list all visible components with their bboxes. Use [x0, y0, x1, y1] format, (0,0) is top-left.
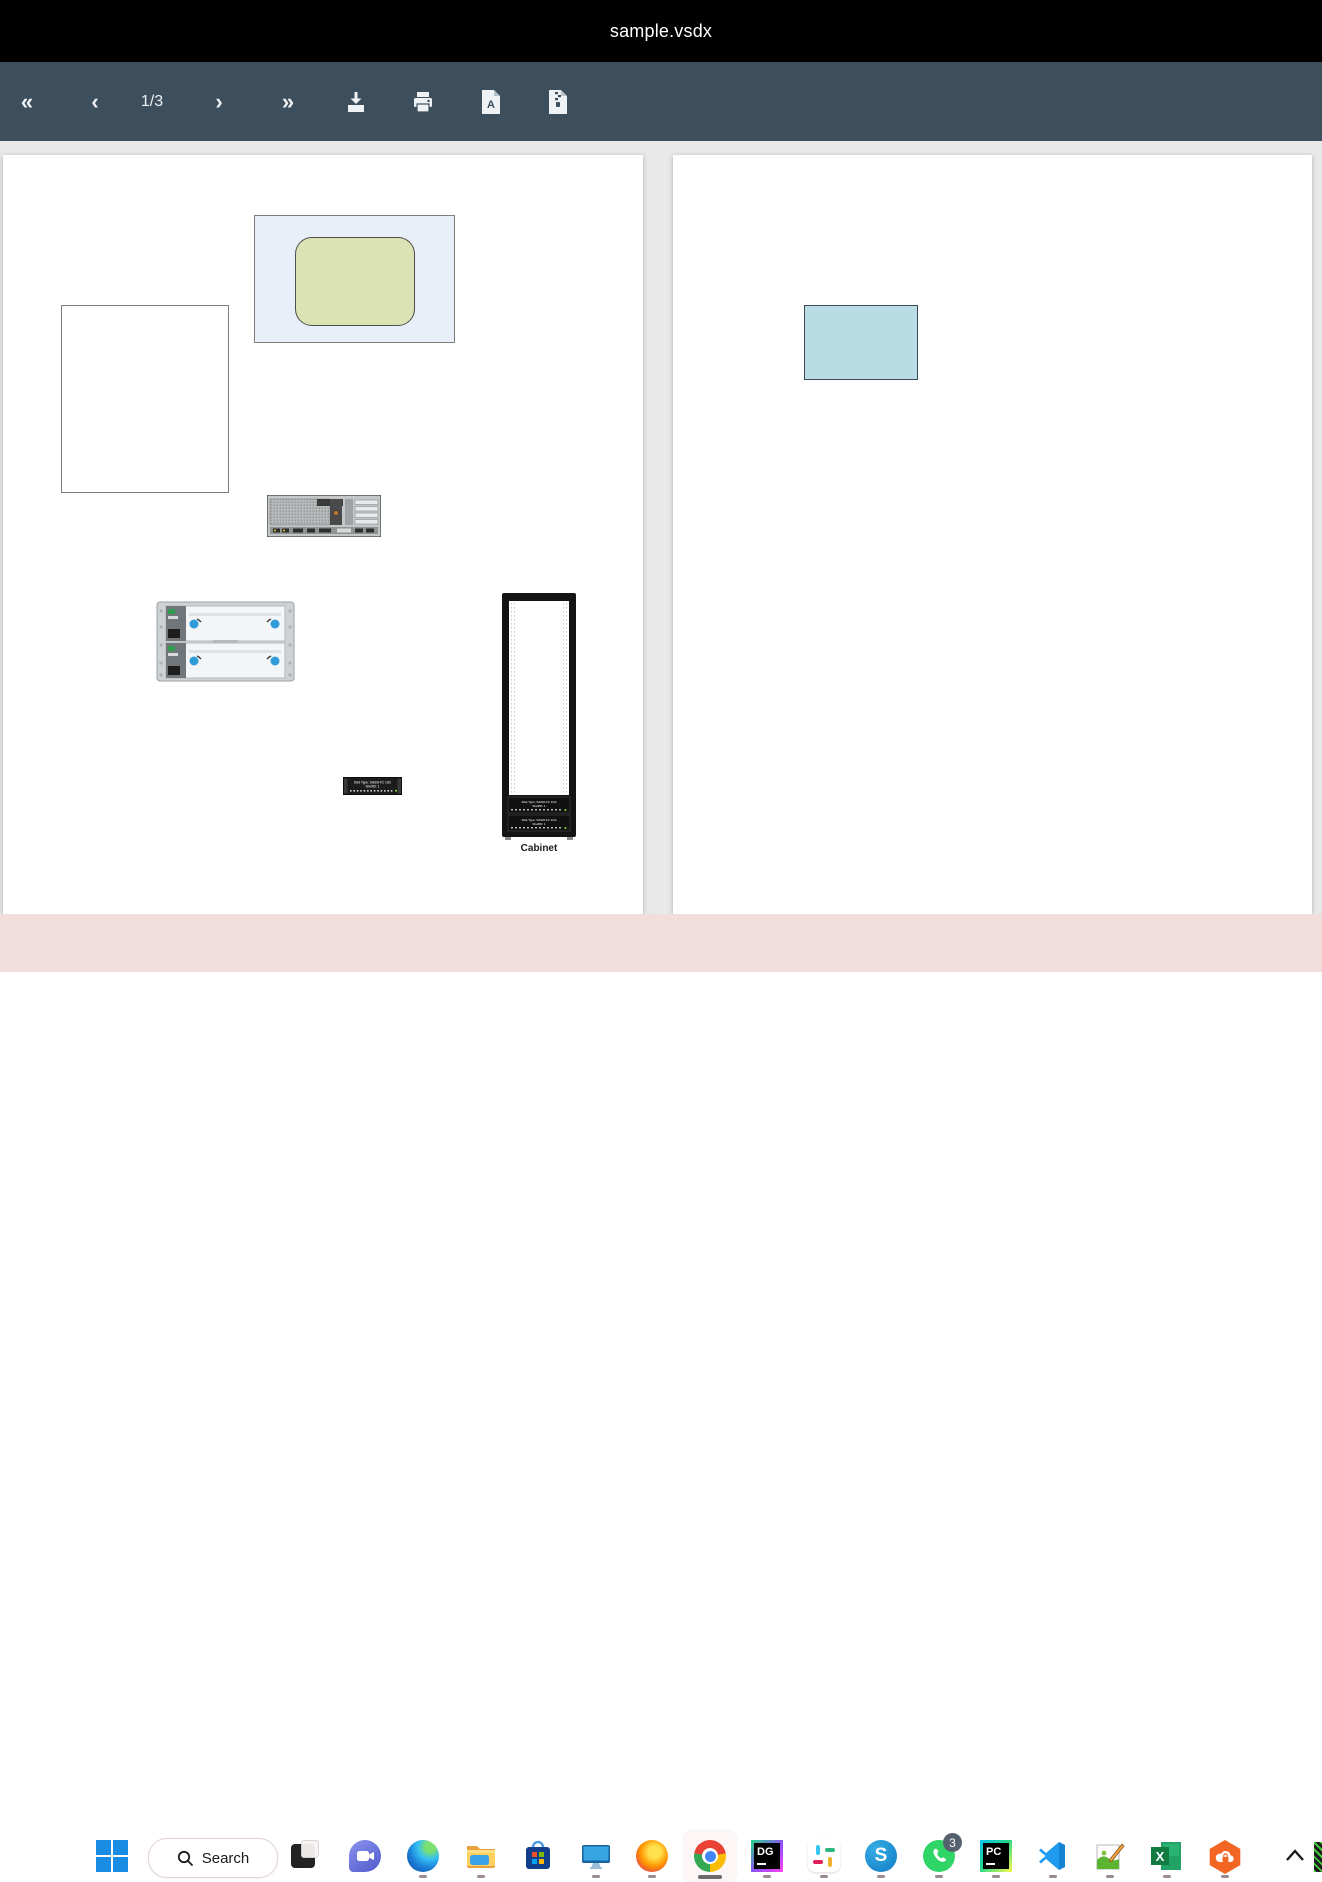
chrome-active-indicator — [698, 1875, 722, 1879]
next-page-button[interactable]: › — [199, 62, 239, 141]
screen: sample.vsdx « ‹ 1/3 › » — [0, 0, 1322, 972]
monitor-icon — [580, 1840, 612, 1872]
shape-cyan-rectangle — [804, 305, 918, 380]
whatsapp-running-indicator — [935, 1875, 943, 1878]
disk-shelf-image: Disk Type: SAS/8-FC 1Gb ShelfID: 1 — [343, 777, 402, 795]
svg-text:A: A — [487, 99, 495, 111]
task-view-button[interactable] — [291, 1840, 323, 1872]
pdf-file-icon: A — [480, 89, 502, 115]
edge-running-indicator — [419, 1875, 427, 1878]
document-page-1: Disk Type: SAS/8-FC 1Gb ShelfID: 1 — [3, 155, 643, 914]
search-box[interactable]: Search — [148, 1838, 278, 1878]
whatsapp-badge: 3 — [943, 1833, 962, 1852]
skype-running-indicator — [877, 1875, 885, 1878]
pycharm-icon: PC — [980, 1840, 1012, 1872]
document-canvas: Disk Type: SAS/8-FC 1Gb ShelfID: 1 — [0, 141, 1322, 914]
chrome-icon — [694, 1840, 726, 1872]
slack-running-indicator — [820, 1875, 828, 1878]
previous-page-icon: ‹ — [91, 89, 98, 115]
firefox-button[interactable] — [636, 1840, 668, 1872]
skype-icon: S — [865, 1840, 897, 1872]
image-editor-running-indicator — [1106, 1875, 1114, 1878]
search-icon — [177, 1850, 194, 1867]
image-editor-icon — [1094, 1840, 1126, 1872]
print-icon — [411, 90, 435, 114]
vscode-running-indicator — [1049, 1875, 1057, 1878]
image-editor-button[interactable] — [1094, 1840, 1126, 1872]
document-page-2 — [673, 155, 1312, 914]
page-indicator: 1/3 — [122, 62, 182, 141]
svg-text:ShelfID: 1: ShelfID: 1 — [366, 785, 380, 789]
viewer-toolbar: « ‹ 1/3 › » A — [0, 62, 1322, 141]
secure-cloud-button[interactable] — [1208, 1840, 1240, 1872]
export-pdf-button[interactable]: A — [473, 62, 509, 141]
skype-button[interactable]: S — [865, 1840, 897, 1872]
download-button[interactable] — [338, 62, 374, 141]
windows-logo-icon — [96, 1840, 128, 1872]
next-page-icon: › — [215, 89, 222, 115]
last-page-button[interactable]: » — [268, 62, 308, 141]
shape-white-rectangle — [61, 305, 229, 493]
excel-running-indicator — [1163, 1875, 1171, 1878]
storage-enclosure-image — [153, 601, 298, 682]
download-icon — [344, 90, 368, 114]
zip-file-icon — [547, 89, 569, 115]
chevron-up-icon — [1283, 1846, 1307, 1866]
vscode-button[interactable] — [1037, 1840, 1069, 1872]
file-explorer-button[interactable] — [465, 1840, 497, 1872]
teams-chat-button[interactable] — [349, 1840, 381, 1872]
windows-taskbar: Search — [0, 914, 1322, 972]
excel-button[interactable]: X — [1151, 1840, 1183, 1872]
pycharm-running-indicator — [992, 1875, 1000, 1878]
microsoft-store-icon — [522, 1840, 554, 1872]
slack-icon — [808, 1840, 840, 1872]
first-page-button[interactable]: « — [7, 62, 47, 141]
first-page-icon: « — [21, 89, 33, 115]
shape-green-rounded-rectangle — [295, 237, 415, 326]
svg-text:ShelfID: 1: ShelfID: 1 — [532, 804, 546, 808]
window-titlebar: sample.vsdx — [0, 0, 1322, 62]
print-button[interactable] — [405, 62, 441, 141]
shape-blue-container — [254, 215, 455, 343]
tray-expand-button[interactable] — [1283, 1846, 1307, 1866]
cabinet-label: Cabinet — [501, 843, 577, 854]
microsoft-store-button[interactable] — [522, 1840, 554, 1872]
last-page-icon: » — [282, 89, 294, 115]
datagrip-running-indicator — [763, 1875, 771, 1878]
tray-cutoff-icon[interactable] — [1314, 1842, 1322, 1872]
cabinet-image: Disk Type: SAS/8-FC 1Gb ShelfID: 1 Disk … — [501, 593, 577, 840]
monitor-app-button[interactable] — [580, 1840, 612, 1872]
vscode-icon — [1037, 1840, 1069, 1872]
edge-icon — [407, 1840, 439, 1872]
whatsapp-button[interactable]: 3 — [923, 1840, 955, 1872]
export-zip-button[interactable] — [540, 62, 576, 141]
secure-cloud-icon — [1208, 1840, 1242, 1874]
server-appliance-image — [267, 495, 381, 537]
file-explorer-running-indicator — [477, 1875, 485, 1878]
excel-icon: X — [1151, 1840, 1183, 1872]
secure-cloud-running-indicator — [1221, 1875, 1229, 1878]
previous-page-button[interactable]: ‹ — [75, 62, 115, 141]
start-button[interactable] — [96, 1840, 128, 1872]
pycharm-button[interactable]: PC — [980, 1840, 1012, 1872]
datagrip-icon: DG — [751, 1840, 783, 1872]
document-title: sample.vsdx — [610, 21, 712, 42]
svg-text:ShelfID: 1: ShelfID: 1 — [532, 822, 546, 826]
search-label: Search — [202, 1850, 250, 1867]
edge-button[interactable] — [407, 1840, 439, 1872]
file-explorer-icon — [465, 1840, 497, 1872]
teams-chat-icon — [349, 1840, 381, 1872]
chrome-button[interactable] — [694, 1840, 726, 1872]
slack-button[interactable] — [808, 1840, 840, 1872]
monitor-app-running-indicator — [592, 1875, 600, 1878]
datagrip-button[interactable]: DG — [751, 1840, 783, 1872]
firefox-icon — [636, 1840, 668, 1872]
firefox-running-indicator — [648, 1875, 656, 1878]
